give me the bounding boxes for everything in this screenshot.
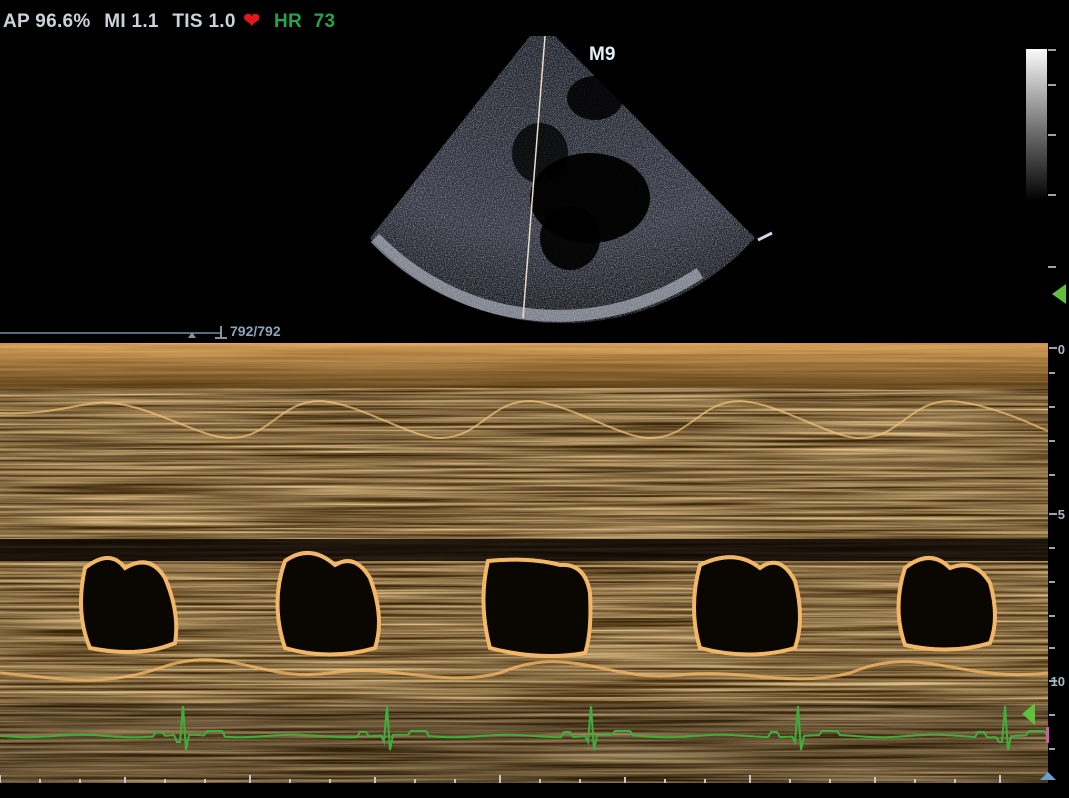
depth-label-0: 0: [1057, 342, 1065, 357]
scroll-up-icon[interactable]: [1038, 770, 1058, 782]
depth-label-10: 10: [1050, 674, 1065, 689]
acoustic-readout: AP 96.6% MI 1.1 TIS 1.0 ❤ HR 73: [3, 8, 343, 33]
baseline-marker: [1046, 727, 1049, 743]
grayscale-bar: [1026, 49, 1047, 201]
focus-marker-icon[interactable]: [1050, 283, 1068, 305]
depth-scale: [1049, 347, 1057, 750]
hr-label: HR: [274, 11, 303, 32]
depth-label-5: 5: [1057, 507, 1065, 522]
mmode-strip[interactable]: [0, 343, 1048, 783]
hr-value: 73: [313, 11, 336, 32]
mi-value: MI 1.1: [104, 11, 159, 32]
tis-value: TIS 1.0: [172, 11, 236, 32]
heart-icon: ❤: [243, 10, 261, 32]
bmode-sector-image[interactable]: [360, 33, 780, 323]
probe-label: M9: [589, 44, 616, 65]
cine-scroll-bar[interactable]: [0, 324, 230, 340]
ecg-marker-icon[interactable]: [1020, 702, 1038, 726]
frame-counter: 792/792: [230, 323, 281, 339]
ap-value: AP 96.6%: [3, 11, 91, 32]
